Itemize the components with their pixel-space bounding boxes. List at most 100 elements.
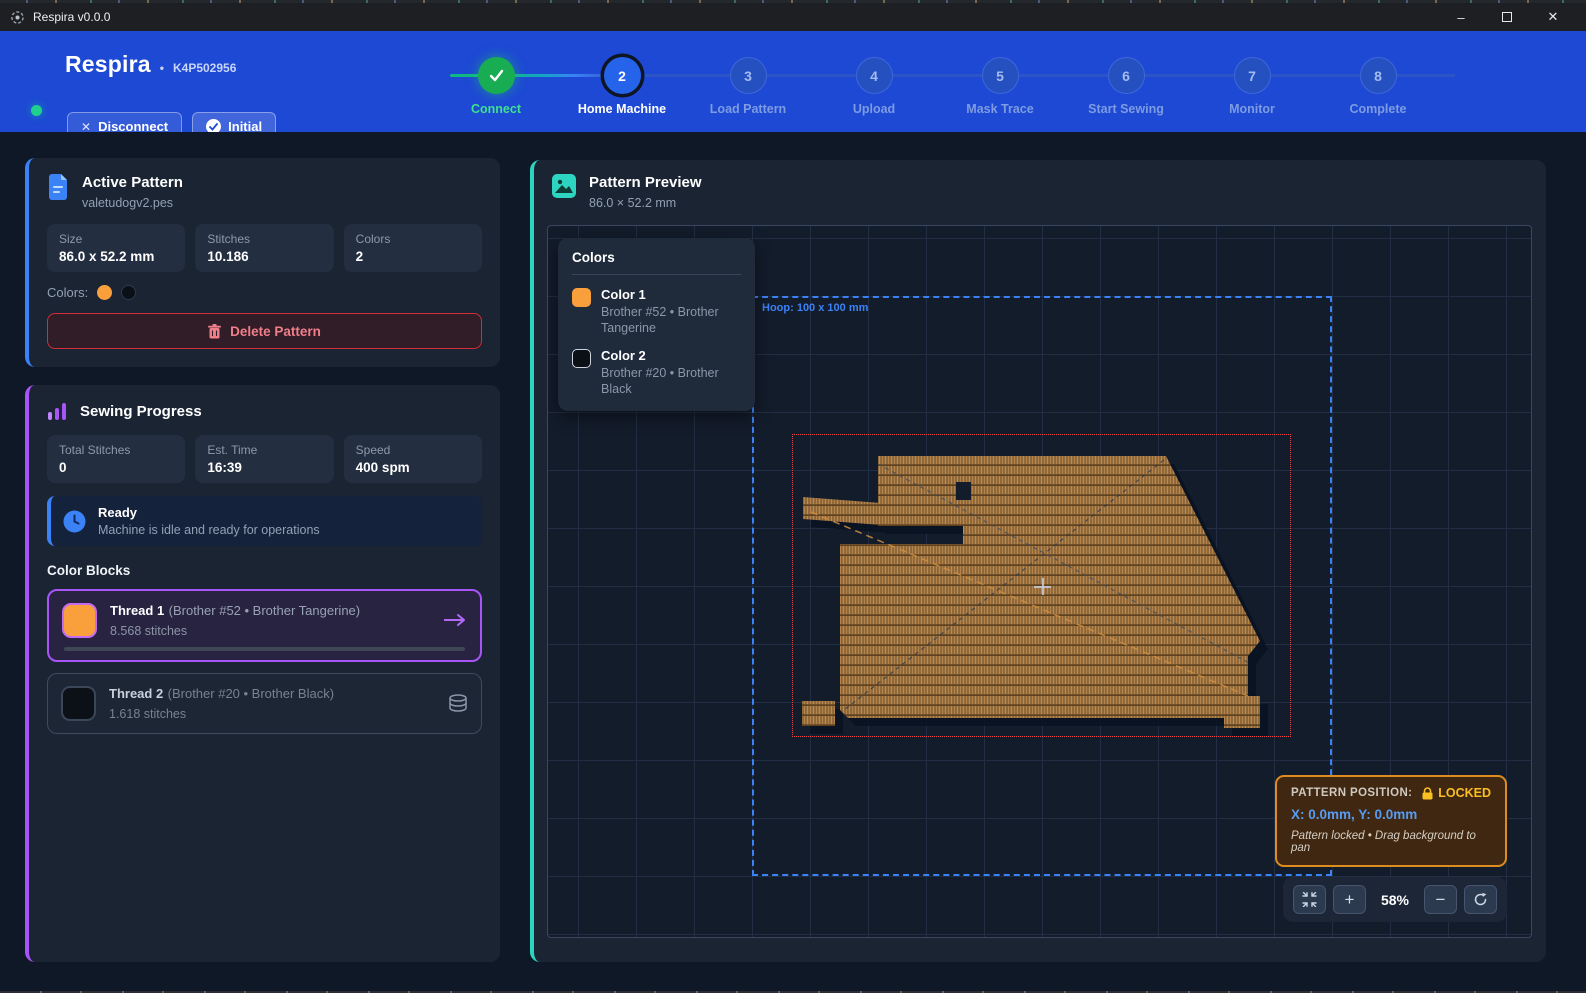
stat-colors: Colors 2 <box>344 224 482 272</box>
legend-color-name: Color 1 <box>601 287 731 302</box>
lock-icon <box>1422 787 1433 800</box>
color-swatch-black <box>121 285 136 300</box>
machine-status-box: Ready Machine is idle and ready for oper… <box>47 496 482 546</box>
stat-value: 16:39 <box>207 460 321 475</box>
color-blocks-heading: Color Blocks <box>47 563 482 578</box>
step-number: 6 <box>1108 57 1145 94</box>
zoom-out-button[interactable]: − <box>1424 885 1457 914</box>
sewing-progress-title: Sewing Progress <box>80 403 202 420</box>
step-number: 3 <box>730 57 767 94</box>
thread-stitch-count: 1.618 stitches <box>109 707 334 721</box>
titlebar: Respira v0.0.0 – ✕ <box>0 3 1586 31</box>
legend-item-color1: Color 1 Brother #52 • Brother Tangerine <box>572 287 741 336</box>
pattern-dimensions: 86.0 × 52.2 mm <box>589 196 702 210</box>
brand-title: Respira <box>65 51 151 78</box>
trash-icon <box>208 324 221 339</box>
step-start-sewing[interactable]: 6 Start Sewing <box>1063 57 1189 116</box>
window-title: Respira v0.0.0 <box>33 10 110 24</box>
legend-item-color2: Color 2 Brother #20 • Brother Black <box>572 348 741 397</box>
app-icon <box>10 10 25 25</box>
stat-label: Size <box>59 232 173 246</box>
image-icon <box>552 174 576 198</box>
colors-legend-panel: Colors Color 1 Brother #52 • Brother Tan… <box>558 238 755 411</box>
status-title: Ready <box>98 505 320 520</box>
step-label: Monitor <box>1229 102 1275 116</box>
stat-size: Size 86.0 x 52.2 mm <box>47 224 185 272</box>
pattern-preview-card: Pattern Preview 86.0 × 52.2 mm Hoop: 100… <box>530 160 1546 962</box>
close-icon: ✕ <box>1548 9 1559 25</box>
stat-est-time: Est. Time 16:39 <box>195 435 333 483</box>
step-label: Upload <box>853 102 895 116</box>
stat-value: 400 spm <box>356 460 470 475</box>
position-hint: Pattern locked • Drag background to pan <box>1291 830 1491 854</box>
step-connect[interactable]: Connect <box>433 57 559 116</box>
step-number: 2 <box>604 57 641 94</box>
step-number: 4 <box>856 57 893 94</box>
step-mask-trace[interactable]: 5 Mask Trace <box>937 57 1063 116</box>
pattern-position-overlay: PATTERN POSITION: LOCKED X: 0.0mm, Y: 0.… <box>1275 775 1507 867</box>
step-label: Load Pattern <box>710 102 786 116</box>
stat-label: Est. Time <box>207 443 321 457</box>
stat-label: Speed <box>356 443 470 457</box>
fit-view-button[interactable] <box>1293 885 1326 914</box>
position-coordinates: X: 0.0mm, Y: 0.0mm <box>1291 807 1491 822</box>
color-swatch-orange <box>97 285 112 300</box>
bar-chart-icon <box>47 401 67 421</box>
stat-label: Colors <box>356 232 470 246</box>
step-home-machine[interactable]: 2 Home Machine <box>559 57 685 116</box>
step-complete[interactable]: 8 Complete <box>1315 57 1441 116</box>
thread-detail: (Brother #20 • Brother Black) <box>168 686 334 701</box>
legend-color-detail: Brother #20 • Brother Black <box>601 366 741 397</box>
step-label: Complete <box>1350 102 1407 116</box>
stat-label: Stitches <box>207 232 321 246</box>
thread-name: Thread 2 <box>109 686 163 701</box>
reset-view-button[interactable] <box>1464 885 1497 914</box>
sewing-progress-card: Sewing Progress Total Stitches 0 Est. Ti… <box>25 385 500 962</box>
preview-canvas[interactable]: Hoop: 100 x 100 mm <box>547 225 1532 938</box>
minimize-icon: – <box>1457 10 1464 25</box>
active-pattern-card: Active Pattern valetudogv2.pes Size 86.0… <box>25 158 500 367</box>
maximize-button[interactable] <box>1484 3 1530 31</box>
delete-pattern-label: Delete Pattern <box>230 324 321 339</box>
step-number: 8 <box>1360 57 1397 94</box>
stat-total-stitches: Total Stitches 0 <box>47 435 185 483</box>
arrow-right-icon <box>443 613 467 627</box>
serial-bullet: • <box>160 61 164 75</box>
app-header: Respira • K4P502956 ✕ Disconnect Initial… <box>0 31 1586 132</box>
zoom-in-button[interactable]: + <box>1333 885 1366 914</box>
step-label: Mask Trace <box>966 102 1033 116</box>
machine-serial: K4P502956 <box>173 61 236 75</box>
file-icon <box>47 174 69 200</box>
close-button[interactable]: ✕ <box>1530 3 1576 31</box>
stat-speed: Speed 400 spm <box>344 435 482 483</box>
workflow-stepper: Connect 2 Home Machine 3 Load Pattern 4 … <box>433 57 1441 116</box>
thread-progress-bar <box>64 647 465 651</box>
stack-icon <box>448 694 468 712</box>
step-upload[interactable]: 4 Upload <box>811 57 937 116</box>
step-monitor[interactable]: 7 Monitor <box>1189 57 1315 116</box>
zoom-level: 58% <box>1373 892 1417 908</box>
position-label: PATTERN POSITION: <box>1291 787 1412 799</box>
legend-color-name: Color 2 <box>601 348 741 363</box>
colors-label: Colors: <box>47 285 88 300</box>
maximize-icon <box>1502 12 1512 22</box>
thread-detail: (Brother #52 • Brother Tangerine) <box>169 603 360 618</box>
minimize-button[interactable]: – <box>1438 3 1484 31</box>
stat-stitches: Stitches 10.186 <box>195 224 333 272</box>
zoom-controls: + 58% − <box>1283 877 1507 922</box>
step-load-pattern[interactable]: 3 Load Pattern <box>685 57 811 116</box>
thread-row-1[interactable]: Thread 1 (Brother #52 • Brother Tangerin… <box>47 589 482 662</box>
delete-pattern-button[interactable]: Delete Pattern <box>47 313 482 349</box>
stat-value: 0 <box>59 460 173 475</box>
thread-stitch-count: 8.568 stitches <box>110 624 360 638</box>
main-content: Active Pattern valetudogv2.pes Size 86.0… <box>0 132 1586 993</box>
thread-2-swatch <box>61 686 96 721</box>
clock-icon <box>63 510 86 533</box>
legend-swatch-black <box>572 349 591 368</box>
stat-value: 86.0 x 52.2 mm <box>59 249 173 264</box>
thread-row-2[interactable]: Thread 2 (Brother #20 • Brother Black) 1… <box>47 673 482 734</box>
step-label: Home Machine <box>578 102 666 116</box>
legend-swatch-orange <box>572 288 591 307</box>
step-label: Connect <box>471 102 521 116</box>
pattern-filename: valetudogv2.pes <box>82 196 183 210</box>
